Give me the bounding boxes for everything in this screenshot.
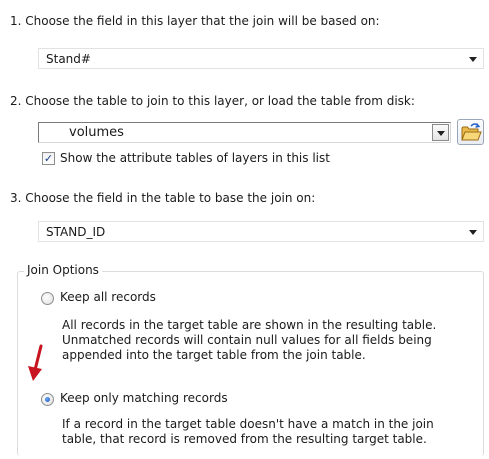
chevron-down-icon: [437, 131, 445, 136]
show-attribute-tables-checkbox[interactable]: ✓: [42, 152, 55, 165]
step3-label: 3. Choose the field in the table to base…: [10, 191, 316, 205]
description-line: appended into the target table from the …: [62, 348, 366, 362]
chevron-down-icon: [469, 57, 477, 62]
join-options-legend: Join Options: [24, 263, 102, 277]
keep-matching-records-radio[interactable]: [41, 393, 54, 406]
show-attribute-tables-label: Show the attribute tables of layers in t…: [60, 151, 330, 165]
keep-matching-description: If a record in the target table doesn't …: [62, 417, 482, 447]
load-table-button[interactable]: [457, 119, 484, 145]
step1-label: 1. Choose the field in this layer that t…: [10, 14, 380, 28]
keep-all-description: All records in the target table are show…: [62, 318, 482, 363]
description-line: Unmatched records will contain null valu…: [62, 333, 432, 347]
layer-field-value: Stand#: [46, 52, 91, 66]
table-field-dropdown[interactable]: STAND_ID: [38, 221, 484, 242]
dropdown-button[interactable]: [432, 124, 449, 141]
red-arrow-icon: [28, 344, 43, 381]
description-line: table, that record is removed from the r…: [62, 432, 427, 446]
table-field-value: STAND_ID: [46, 225, 106, 239]
description-line: All records in the target table are show…: [62, 318, 437, 332]
description-line: If a record in the target table doesn't …: [62, 417, 434, 431]
keep-all-records-radio[interactable]: [41, 292, 54, 305]
join-table-value: volumes: [69, 125, 124, 140]
step2-label: 2. Choose the table to join to this laye…: [10, 94, 415, 108]
keep-matching-records-label: Keep only matching records: [60, 391, 228, 405]
layer-field-dropdown[interactable]: Stand#: [38, 48, 484, 69]
open-folder-icon: [461, 123, 482, 141]
join-table-dropdown[interactable]: volumes: [38, 122, 451, 143]
keep-all-records-label: Keep all records: [60, 290, 156, 304]
chevron-down-icon: [469, 230, 477, 235]
radio-selected-dot: [45, 397, 50, 402]
